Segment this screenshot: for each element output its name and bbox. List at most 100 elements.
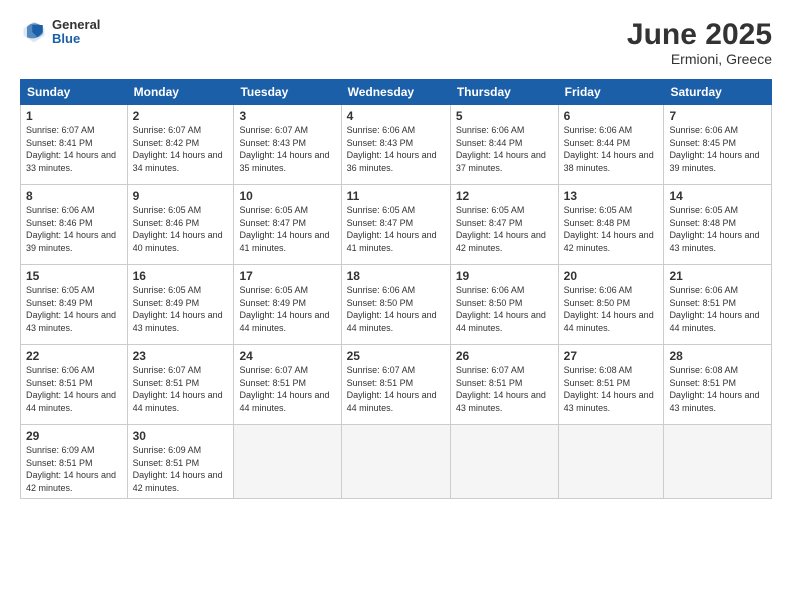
day-number: 21 [669, 269, 766, 283]
day-number: 23 [133, 349, 229, 363]
day-number: 29 [26, 429, 122, 443]
calendar-day-cell: 22 Sunrise: 6:06 AMSunset: 8:51 PMDaylig… [21, 345, 128, 425]
day-number: 19 [456, 269, 553, 283]
day-info: Sunrise: 6:06 AMSunset: 8:44 PMDaylight:… [564, 124, 659, 174]
calendar-title: June 2025 [627, 18, 772, 51]
day-info: Sunrise: 6:07 AMSunset: 8:43 PMDaylight:… [239, 124, 335, 174]
day-info: Sunrise: 6:07 AMSunset: 8:51 PMDaylight:… [133, 364, 229, 414]
day-number: 3 [239, 109, 335, 123]
calendar-day-cell: 20 Sunrise: 6:06 AMSunset: 8:50 PMDaylig… [558, 265, 664, 345]
logo-icon [20, 18, 48, 46]
calendar-day-cell: 10 Sunrise: 6:05 AMSunset: 8:47 PMDaylig… [234, 185, 341, 265]
day-info: Sunrise: 6:05 AMSunset: 8:49 PMDaylight:… [26, 284, 122, 334]
logo: General Blue [20, 18, 100, 47]
calendar-day-cell: 13 Sunrise: 6:05 AMSunset: 8:48 PMDaylig… [558, 185, 664, 265]
logo-blue-text: Blue [52, 32, 100, 46]
day-info: Sunrise: 6:05 AMSunset: 8:49 PMDaylight:… [133, 284, 229, 334]
calendar-day-cell: 16 Sunrise: 6:05 AMSunset: 8:49 PMDaylig… [127, 265, 234, 345]
calendar-day-cell [234, 425, 341, 499]
day-info: Sunrise: 6:06 AMSunset: 8:50 PMDaylight:… [564, 284, 659, 334]
calendar-day-cell: 3 Sunrise: 6:07 AMSunset: 8:43 PMDayligh… [234, 105, 341, 185]
day-info: Sunrise: 6:05 AMSunset: 8:48 PMDaylight:… [564, 204, 659, 254]
day-info: Sunrise: 6:05 AMSunset: 8:46 PMDaylight:… [133, 204, 229, 254]
col-sunday: Sunday [21, 80, 128, 105]
day-number: 7 [669, 109, 766, 123]
calendar-day-cell: 6 Sunrise: 6:06 AMSunset: 8:44 PMDayligh… [558, 105, 664, 185]
col-friday: Friday [558, 80, 664, 105]
day-info: Sunrise: 6:09 AMSunset: 8:51 PMDaylight:… [26, 444, 122, 494]
day-number: 18 [347, 269, 445, 283]
day-info: Sunrise: 6:05 AMSunset: 8:47 PMDaylight:… [239, 204, 335, 254]
day-number: 30 [133, 429, 229, 443]
day-number: 28 [669, 349, 766, 363]
day-info: Sunrise: 6:05 AMSunset: 8:47 PMDaylight:… [456, 204, 553, 254]
day-number: 1 [26, 109, 122, 123]
day-number: 4 [347, 109, 445, 123]
calendar-day-cell: 4 Sunrise: 6:06 AMSunset: 8:43 PMDayligh… [341, 105, 450, 185]
day-info: Sunrise: 6:06 AMSunset: 8:44 PMDaylight:… [456, 124, 553, 174]
day-info: Sunrise: 6:06 AMSunset: 8:46 PMDaylight:… [26, 204, 122, 254]
day-info: Sunrise: 6:06 AMSunset: 8:43 PMDaylight:… [347, 124, 445, 174]
calendar-week-row: 29 Sunrise: 6:09 AMSunset: 8:51 PMDaylig… [21, 425, 772, 499]
day-info: Sunrise: 6:05 AMSunset: 8:47 PMDaylight:… [347, 204, 445, 254]
calendar-day-cell: 15 Sunrise: 6:05 AMSunset: 8:49 PMDaylig… [21, 265, 128, 345]
day-info: Sunrise: 6:07 AMSunset: 8:42 PMDaylight:… [133, 124, 229, 174]
calendar-day-cell: 11 Sunrise: 6:05 AMSunset: 8:47 PMDaylig… [341, 185, 450, 265]
day-number: 15 [26, 269, 122, 283]
calendar-day-cell: 26 Sunrise: 6:07 AMSunset: 8:51 PMDaylig… [450, 345, 558, 425]
calendar-day-cell: 19 Sunrise: 6:06 AMSunset: 8:50 PMDaylig… [450, 265, 558, 345]
day-info: Sunrise: 6:06 AMSunset: 8:50 PMDaylight:… [347, 284, 445, 334]
day-number: 27 [564, 349, 659, 363]
calendar-week-row: 22 Sunrise: 6:06 AMSunset: 8:51 PMDaylig… [21, 345, 772, 425]
calendar-day-cell [664, 425, 772, 499]
day-number: 14 [669, 189, 766, 203]
day-number: 5 [456, 109, 553, 123]
calendar-day-cell [341, 425, 450, 499]
day-info: Sunrise: 6:07 AMSunset: 8:51 PMDaylight:… [239, 364, 335, 414]
day-number: 24 [239, 349, 335, 363]
day-info: Sunrise: 6:07 AMSunset: 8:51 PMDaylight:… [456, 364, 553, 414]
day-info: Sunrise: 6:08 AMSunset: 8:51 PMDaylight:… [669, 364, 766, 414]
calendar-day-cell [450, 425, 558, 499]
calendar-table: Sunday Monday Tuesday Wednesday Thursday… [20, 79, 772, 499]
logo-general-text: General [52, 18, 100, 32]
calendar-day-cell: 7 Sunrise: 6:06 AMSunset: 8:45 PMDayligh… [664, 105, 772, 185]
day-number: 22 [26, 349, 122, 363]
calendar-day-cell: 2 Sunrise: 6:07 AMSunset: 8:42 PMDayligh… [127, 105, 234, 185]
day-number: 8 [26, 189, 122, 203]
day-number: 13 [564, 189, 659, 203]
calendar-day-cell: 21 Sunrise: 6:06 AMSunset: 8:51 PMDaylig… [664, 265, 772, 345]
calendar-day-cell: 29 Sunrise: 6:09 AMSunset: 8:51 PMDaylig… [21, 425, 128, 499]
day-number: 11 [347, 189, 445, 203]
day-number: 12 [456, 189, 553, 203]
calendar-day-cell: 12 Sunrise: 6:05 AMSunset: 8:47 PMDaylig… [450, 185, 558, 265]
title-block: June 2025 Ermioni, Greece [627, 18, 772, 67]
calendar-day-cell: 17 Sunrise: 6:05 AMSunset: 8:49 PMDaylig… [234, 265, 341, 345]
day-number: 9 [133, 189, 229, 203]
day-info: Sunrise: 6:08 AMSunset: 8:51 PMDaylight:… [564, 364, 659, 414]
col-saturday: Saturday [664, 80, 772, 105]
calendar-day-cell: 9 Sunrise: 6:05 AMSunset: 8:46 PMDayligh… [127, 185, 234, 265]
calendar-day-cell: 5 Sunrise: 6:06 AMSunset: 8:44 PMDayligh… [450, 105, 558, 185]
day-number: 25 [347, 349, 445, 363]
header: General Blue June 2025 Ermioni, Greece [20, 18, 772, 67]
calendar-subtitle: Ermioni, Greece [627, 51, 772, 67]
calendar-day-cell: 28 Sunrise: 6:08 AMSunset: 8:51 PMDaylig… [664, 345, 772, 425]
logo-text: General Blue [52, 18, 100, 47]
calendar-day-cell: 14 Sunrise: 6:05 AMSunset: 8:48 PMDaylig… [664, 185, 772, 265]
calendar-day-cell: 23 Sunrise: 6:07 AMSunset: 8:51 PMDaylig… [127, 345, 234, 425]
day-number: 10 [239, 189, 335, 203]
col-monday: Monday [127, 80, 234, 105]
day-info: Sunrise: 6:09 AMSunset: 8:51 PMDaylight:… [133, 444, 229, 494]
calendar-day-cell: 1 Sunrise: 6:07 AMSunset: 8:41 PMDayligh… [21, 105, 128, 185]
day-info: Sunrise: 6:06 AMSunset: 8:50 PMDaylight:… [456, 284, 553, 334]
calendar-day-cell [558, 425, 664, 499]
page: General Blue June 2025 Ermioni, Greece S… [0, 0, 792, 612]
calendar-day-cell: 8 Sunrise: 6:06 AMSunset: 8:46 PMDayligh… [21, 185, 128, 265]
calendar-week-row: 15 Sunrise: 6:05 AMSunset: 8:49 PMDaylig… [21, 265, 772, 345]
day-number: 6 [564, 109, 659, 123]
day-info: Sunrise: 6:05 AMSunset: 8:48 PMDaylight:… [669, 204, 766, 254]
calendar-day-cell: 27 Sunrise: 6:08 AMSunset: 8:51 PMDaylig… [558, 345, 664, 425]
calendar-day-cell: 25 Sunrise: 6:07 AMSunset: 8:51 PMDaylig… [341, 345, 450, 425]
col-tuesday: Tuesday [234, 80, 341, 105]
